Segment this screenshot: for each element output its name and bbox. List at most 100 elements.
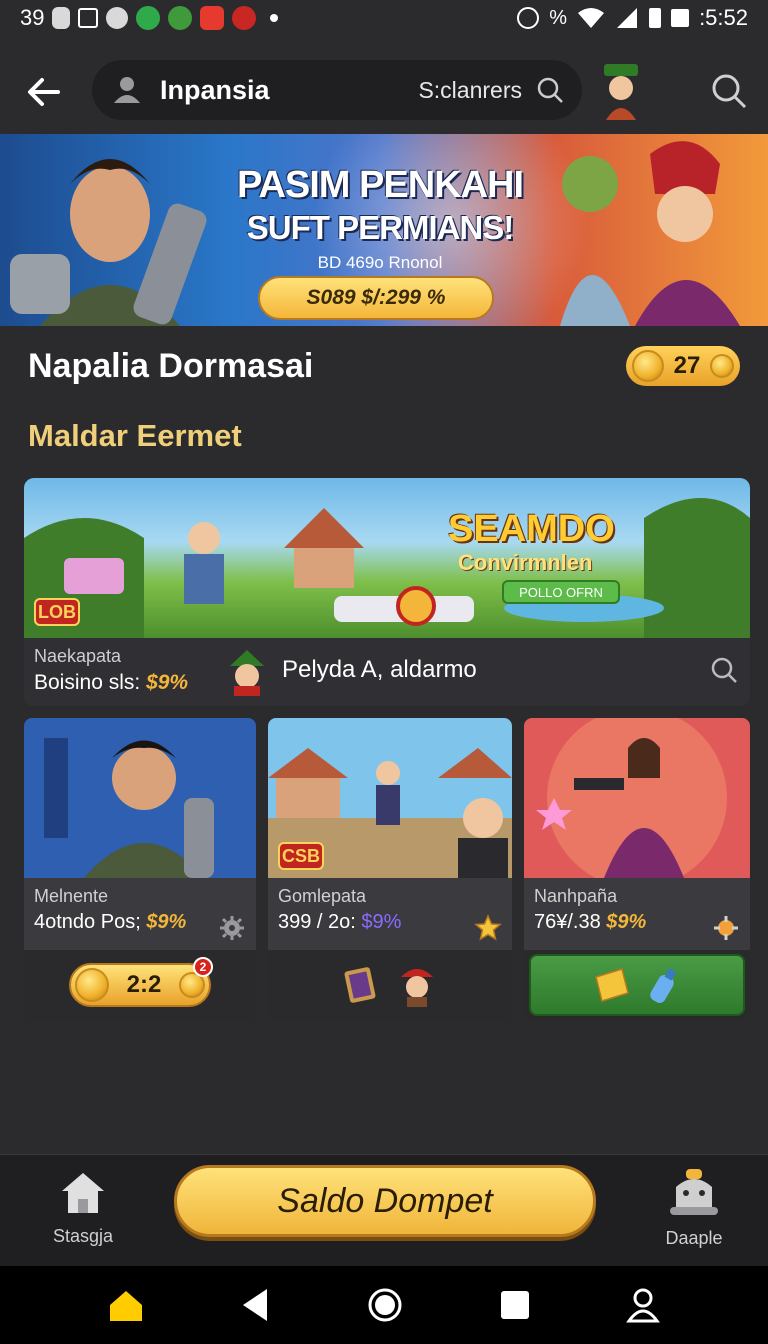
nav-home[interactable]: Stasgja [48, 1169, 118, 1247]
data-icon: % [549, 6, 568, 29]
app-icon-red [232, 6, 257, 30]
game-card-bonus-prefix: 4otndo Pos; [34, 911, 141, 933]
gem-icon[interactable] [712, 914, 740, 942]
coin-balance[interactable]: 27 [626, 346, 740, 386]
game-card-bonus-value: $9% [361, 911, 402, 933]
signal-icon [617, 8, 638, 28]
coin-icon [709, 354, 734, 378]
user-icon[interactable] [626, 1287, 661, 1323]
system-navigation-bar [0, 1266, 768, 1344]
top-bar-subtitle: S:clanrers [418, 76, 522, 103]
game-card-name: Melnente [34, 886, 109, 906]
back-icon[interactable] [239, 1287, 271, 1323]
game-card-2[interactable]: CSB Gomlepata 399 / 2o: $9% [268, 718, 512, 1020]
star-icon[interactable] [474, 914, 502, 942]
coin-button[interactable]: 2:2 2 [69, 957, 213, 1007]
gear-icon[interactable] [218, 914, 246, 942]
potion-bottle-icon [650, 967, 677, 1003]
card-item-icon[interactable] [341, 965, 379, 1005]
game-card-bonus: 4otndo Pos; $9% [34, 911, 246, 934]
hero-cta-button[interactable]: S089 $/:299 % [258, 276, 494, 320]
game-card-art [24, 718, 256, 878]
hero-character-left [10, 159, 207, 326]
featured-bonus-value: $9% [146, 671, 189, 694]
reward-button[interactable] [529, 954, 745, 1016]
game-card-art [524, 718, 750, 878]
featured-description: Pelyda A, aldarmo [282, 656, 477, 683]
whatsapp-icon [136, 6, 161, 30]
envelope-icon [595, 968, 629, 1002]
home-icon [62, 1173, 104, 1213]
section-title: Maldar Eermet [28, 418, 242, 453]
profile-name: Napalia Dormasai [28, 346, 314, 385]
game-card-bonus-value: $9% [146, 911, 187, 933]
coin-icon [75, 968, 109, 1002]
recent-apps-icon[interactable] [499, 1289, 531, 1321]
featured-game-card[interactable]: SEAMDO Convirmnlen POLLO OFRN LOB Naekap… [24, 478, 750, 706]
calendar-icon [78, 8, 99, 28]
bottom-navigation: Stasgja Saldo Dompet Daaple [0, 1154, 768, 1266]
game-icon [168, 6, 193, 30]
wifi-icon [578, 8, 605, 28]
alarm-icon [517, 7, 540, 29]
more-dot-icon [270, 14, 279, 22]
search-icon[interactable] [710, 656, 738, 684]
coin-button-value: 2:2 [126, 971, 162, 998]
game-card-footer: 2:2 2 [24, 950, 256, 1020]
screen-icon [671, 9, 690, 27]
robot-icon [670, 1169, 718, 1215]
nav-profile[interactable]: Daaple [656, 1167, 732, 1249]
featured-game-art: SEAMDO Convirmnlen POLLO OFRN LOB [24, 478, 750, 638]
game-card-bonus-prefix: 76¥/.38 [534, 911, 601, 933]
search-bar[interactable]: Inpansia S:clanrers [92, 60, 582, 120]
status-bar: 39 % :5:52 [0, 0, 768, 36]
hero-subtitle: BD 469o Rnonol [317, 253, 443, 272]
game-card-name: Nanhpaña [534, 886, 618, 906]
avatar[interactable] [596, 60, 646, 120]
game-card-badge: CSB [278, 842, 324, 870]
game-card-bonus: 76¥/.38 $9% [534, 911, 740, 934]
nav-profile-label: Daaple [665, 1228, 723, 1248]
game-card-footer [524, 950, 750, 1020]
home-button-icon[interactable] [367, 1287, 403, 1323]
game-card-3[interactable]: Nanhpaña 76¥/.38 $9% [524, 718, 750, 1020]
search-icon[interactable] [710, 72, 748, 110]
game-card-bonus-value: $9% [606, 911, 647, 933]
coin-icon [632, 350, 664, 382]
coin-balance-value: 27 [673, 352, 701, 379]
featured-info: Naekapata Boisino sls: $9% Pelyda A, ald… [24, 638, 750, 706]
home-shortcut-icon[interactable] [108, 1287, 144, 1323]
wallet-balance-button[interactable]: Saldo Dompet [174, 1165, 596, 1237]
game-card-1[interactable]: Melnente 4otndo Pos; $9% 2:2 2 [24, 718, 256, 1020]
mascot-icon [230, 650, 264, 696]
hero-text: PASIM PENKAHI SUFT PERMIANS! BD 469o Rno… [230, 164, 530, 273]
youtube-icon [200, 6, 225, 30]
game-card-footer [268, 950, 512, 1020]
hero-character-right [560, 141, 740, 326]
featured-scene [24, 498, 750, 638]
featured-bonus-prefix: Boisino sls: [34, 671, 141, 694]
notification-icon [52, 7, 71, 29]
game-card-name: Gomlepata [278, 886, 367, 906]
game-card-bonus: 399 / 2o: $9% [278, 911, 502, 934]
hero-title-line2: SUFT PERMIANS! [246, 209, 515, 246]
top-bar-title: Inpansia [160, 74, 270, 105]
nav-home-label: Stasgja [52, 1226, 114, 1246]
search-icon[interactable] [536, 76, 564, 104]
featured-art-button[interactable]: POLLO OFRN [502, 580, 620, 604]
app-icon [106, 7, 129, 29]
game-card-bonus-prefix: 399 / 2o: [278, 911, 356, 933]
top-bar: Inpansia S:clanrers [0, 60, 768, 122]
featured-art-title: SEAMDO [448, 508, 615, 550]
status-time: :5:52 [699, 5, 748, 30]
status-left-text: 39 [20, 5, 45, 30]
profile-header: Napalia Dormasai 27 [28, 344, 740, 388]
featured-badge: LOB [34, 598, 80, 626]
back-arrow-icon[interactable] [24, 72, 64, 112]
notification-badge: 2 [193, 957, 213, 977]
hero-banner[interactable]: PASIM PENKAHI SUFT PERMIANS! BD 469o Rno… [0, 134, 768, 326]
featured-art-subtitle: Convirmnlen [458, 550, 593, 575]
character-icon[interactable] [395, 963, 439, 1007]
hero-title-line1: PASIM PENKAHI [236, 164, 524, 206]
user-group-icon [114, 77, 140, 103]
